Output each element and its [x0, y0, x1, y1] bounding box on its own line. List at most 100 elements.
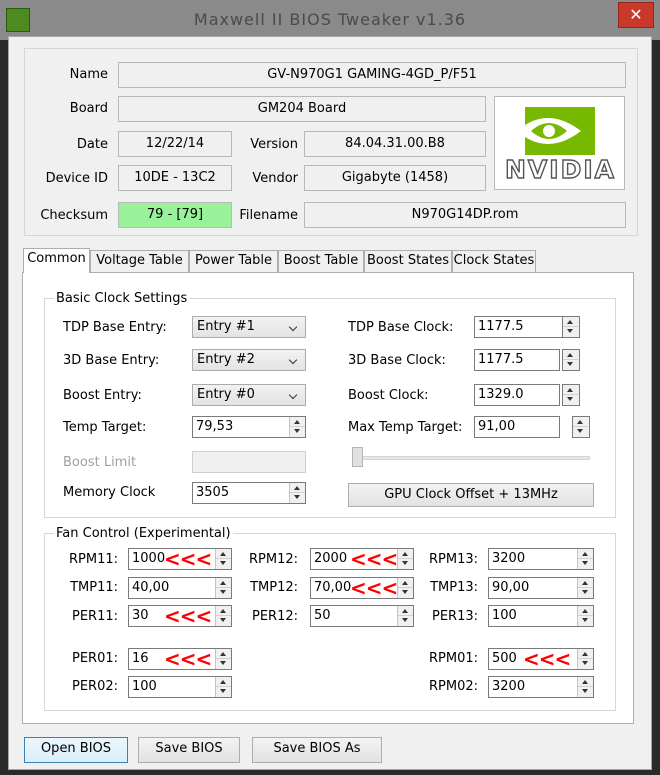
gpu-offset-slider-handle[interactable] — [352, 447, 363, 467]
spin-down-icon[interactable] — [216, 659, 231, 669]
close-button[interactable]: ✕ — [618, 2, 654, 28]
per13-label: PER13: — [431, 609, 478, 624]
per13-input[interactable]: 100 — [488, 605, 594, 627]
spin-up-icon[interactable] — [578, 578, 593, 588]
tab-common[interactable]: Common — [23, 248, 90, 273]
tmp11-spinner[interactable] — [215, 578, 231, 598]
save-bios-as-button[interactable]: Save BIOS As — [252, 737, 382, 763]
boost-clock-input[interactable]: 1329.0 — [474, 384, 560, 406]
per12-input[interactable]: 50 — [310, 605, 414, 627]
tdp-base-clock-spinner[interactable] — [562, 316, 580, 338]
rpm13-input[interactable]: 3200 — [488, 548, 594, 570]
rpm11-spinner[interactable] — [215, 549, 231, 569]
boost-clock-label: Boost Clock: — [348, 388, 429, 403]
spin-up-icon[interactable] — [578, 606, 593, 616]
rpm12-spinner[interactable] — [397, 549, 413, 569]
max-temp-target-input[interactable]: 91,00 — [474, 416, 560, 438]
board-field[interactable]: GM204 Board — [118, 96, 486, 122]
3d-base-clock-spinner[interactable] — [562, 349, 580, 371]
version-field[interactable]: 84.04.31.00.B8 — [304, 131, 486, 157]
save-bios-button[interactable]: Save BIOS — [138, 737, 240, 763]
spin-up-icon[interactable] — [578, 677, 593, 687]
vendor-field[interactable]: Gigabyte (1458) — [304, 165, 486, 191]
rpm13-spinner[interactable] — [577, 549, 593, 569]
per02-spinner[interactable] — [215, 677, 231, 697]
spin-up-icon[interactable] — [216, 549, 231, 559]
spin-down-icon[interactable] — [563, 395, 578, 405]
device-id-field[interactable]: 10DE - 13C2 — [118, 165, 232, 191]
temp-target-spinner[interactable] — [289, 417, 305, 437]
spin-up-icon[interactable] — [290, 483, 305, 493]
chevron-down-icon — [289, 317, 301, 337]
per02-input[interactable]: 100 — [128, 676, 232, 698]
spin-up-icon[interactable] — [216, 677, 231, 687]
gpu-clock-offset-button[interactable]: GPU Clock Offset + 13MHz — [348, 483, 594, 507]
max-temp-target-spinner[interactable] — [572, 416, 590, 438]
open-bios-button[interactable]: Open BIOS — [24, 737, 128, 763]
per01-spinner[interactable] — [215, 649, 231, 669]
rpm01-spinner[interactable] — [577, 649, 593, 669]
tdp-base-entry-dropdown[interactable]: Entry #1 — [192, 316, 306, 338]
spin-up-icon[interactable] — [578, 649, 593, 659]
spin-down-icon[interactable] — [578, 588, 593, 598]
spin-up-icon[interactable] — [216, 578, 231, 588]
tmp13-input[interactable]: 90,00 — [488, 577, 594, 599]
spin-down-icon[interactable] — [578, 559, 593, 569]
spin-down-icon[interactable] — [216, 687, 231, 697]
spin-down-icon[interactable] — [290, 427, 305, 437]
rpm02-spinner[interactable] — [577, 677, 593, 697]
per13-spinner[interactable] — [577, 606, 593, 626]
memory-clock-input[interactable]: 3505 — [192, 482, 306, 504]
spin-down-icon[interactable] — [578, 616, 593, 626]
spin-down-icon[interactable] — [578, 659, 593, 669]
tab-boost-table[interactable]: Boost Table — [278, 250, 364, 272]
name-field[interactable]: GV-N970G1 GAMING-4GD_P/F51 — [118, 62, 626, 88]
spin-up-icon[interactable] — [216, 649, 231, 659]
spin-down-icon[interactable] — [216, 588, 231, 598]
temp-target-input[interactable]: 79,53 — [192, 416, 306, 438]
rpm02-input[interactable]: 3200 — [488, 676, 594, 698]
tmp12-spinner[interactable] — [397, 578, 413, 598]
basic-clock-group-title: Basic Clock Settings — [54, 291, 190, 307]
tab-clock-states[interactable]: Clock States — [452, 250, 536, 272]
spin-down-icon[interactable] — [216, 559, 231, 569]
spin-down-icon[interactable] — [563, 360, 578, 370]
spin-up-icon[interactable] — [216, 606, 231, 616]
boost-entry-dropdown[interactable]: Entry #0 — [192, 384, 306, 406]
spin-up-icon[interactable] — [398, 549, 413, 559]
checksum-field[interactable]: 79 - [79] — [118, 202, 232, 228]
spin-down-icon[interactable] — [398, 559, 413, 569]
tab-voltage-table[interactable]: Voltage Table — [90, 250, 189, 272]
3d-base-clock-input[interactable]: 1177.5 — [474, 349, 560, 371]
spin-up-icon[interactable] — [398, 578, 413, 588]
spin-down-icon[interactable] — [290, 493, 305, 503]
window-title: Maxwell II BIOS Tweaker v1.36 — [193, 10, 467, 29]
date-field[interactable]: 12/22/14 — [118, 131, 232, 157]
tmp13-spinner[interactable] — [577, 578, 593, 598]
per11-spinner[interactable] — [215, 606, 231, 626]
spin-up-icon[interactable] — [563, 385, 578, 395]
spin-down-icon[interactable] — [563, 327, 578, 337]
spin-up-icon[interactable] — [398, 606, 413, 616]
tab-power-table[interactable]: Power Table — [189, 250, 278, 272]
spin-up-icon[interactable] — [578, 549, 593, 559]
tab-boost-states[interactable]: Boost States — [364, 250, 452, 272]
spin-up-icon[interactable] — [573, 417, 588, 427]
boost-clock-spinner[interactable] — [562, 384, 580, 406]
spin-down-icon[interactable] — [578, 687, 593, 697]
per02-value: 100 — [132, 679, 157, 694]
3d-base-entry-dropdown[interactable]: Entry #2 — [192, 349, 306, 371]
memory-clock-spinner[interactable] — [289, 483, 305, 503]
spin-up-icon[interactable] — [563, 317, 578, 327]
per12-spinner[interactable] — [397, 606, 413, 626]
spin-down-icon[interactable] — [398, 588, 413, 598]
spin-down-icon[interactable] — [398, 616, 413, 626]
gpu-offset-slider-track[interactable] — [352, 456, 590, 460]
spin-up-icon[interactable] — [290, 417, 305, 427]
filename-field[interactable]: N970G14DP.rom — [304, 202, 626, 228]
annotation-arrow-rpm01: <<< — [523, 647, 571, 671]
spin-down-icon[interactable] — [573, 427, 588, 437]
spin-down-icon[interactable] — [216, 616, 231, 626]
spin-up-icon[interactable] — [563, 350, 578, 360]
tmp11-input[interactable]: 40,00 — [128, 577, 232, 599]
